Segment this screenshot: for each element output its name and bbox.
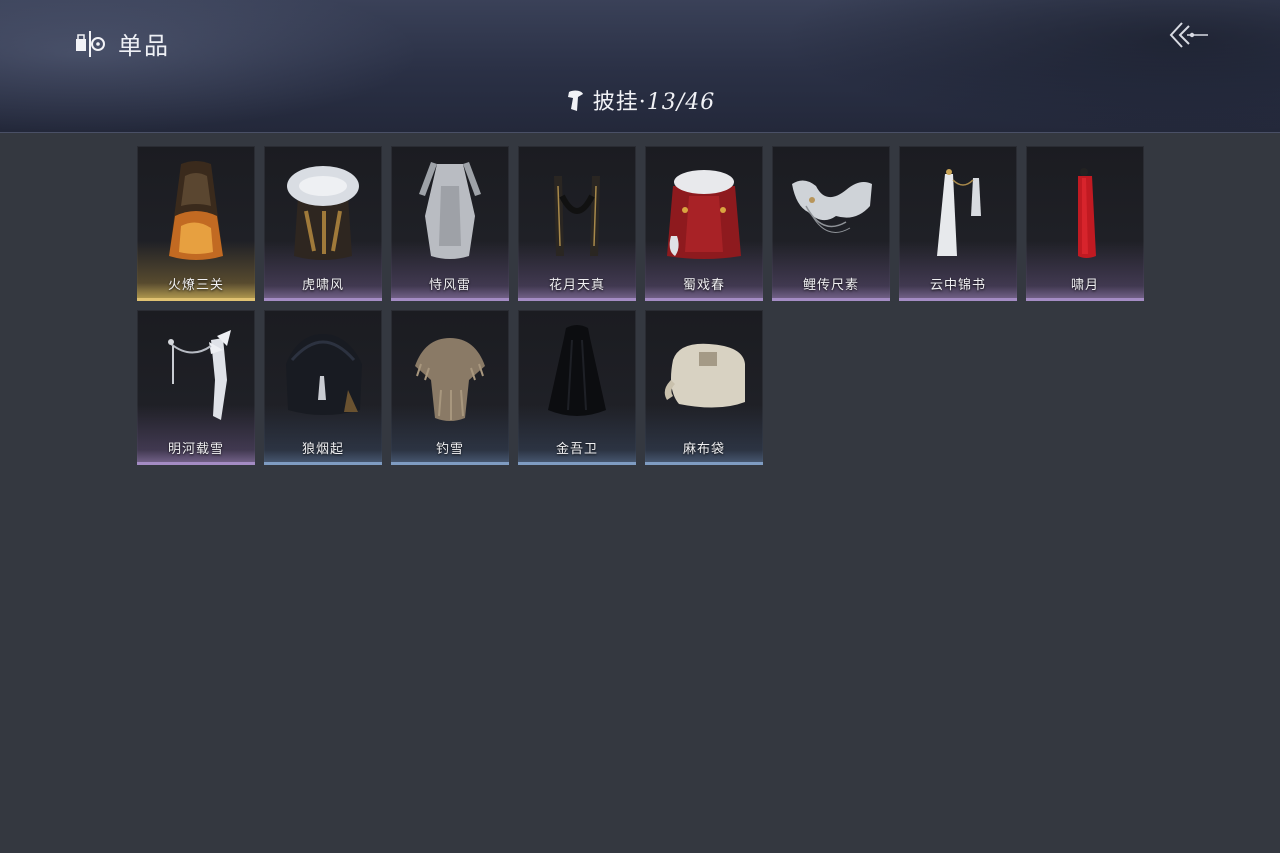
item-card[interactable]: 花月天真 bbox=[518, 146, 636, 301]
item-card[interactable]: 麻布袋 bbox=[645, 310, 763, 465]
item-card[interactable]: 虎啸风 bbox=[264, 146, 382, 301]
item-card[interactable]: 火燎三关 bbox=[137, 146, 255, 301]
rarity-strip bbox=[645, 462, 763, 465]
item-grid: 火燎三关 虎啸风 恃风雷 花月天真 蜀戏春 鲤传尺素 云中锦书 啸月 明河载雪 … bbox=[137, 146, 1147, 465]
item-thumbnail bbox=[287, 166, 359, 260]
wardrobe-icon bbox=[76, 30, 105, 57]
item-thumbnail bbox=[168, 330, 231, 420]
rarity-strip bbox=[264, 462, 382, 465]
item-name: 虎啸风 bbox=[301, 278, 344, 293]
item-name: 蜀戏春 bbox=[682, 278, 725, 293]
item-name: 云中锦书 bbox=[929, 278, 986, 293]
rarity-strip bbox=[137, 462, 255, 465]
item-thumbnail bbox=[415, 338, 485, 421]
item-thumbnail bbox=[667, 170, 741, 259]
rarity-strip bbox=[899, 298, 1017, 301]
item-name: 恃风雷 bbox=[428, 278, 471, 293]
item-card[interactable]: 恃风雷 bbox=[391, 146, 509, 301]
item-name: 火燎三关 bbox=[167, 278, 224, 293]
page-title: 单品 bbox=[118, 32, 170, 60]
item-card[interactable]: 云中锦书 bbox=[899, 146, 1017, 301]
item-thumbnail bbox=[419, 162, 481, 259]
item-name: 明河载雪 bbox=[167, 442, 224, 457]
category-label: 披挂 bbox=[592, 90, 639, 115]
rarity-strip bbox=[645, 298, 763, 301]
rarity-strip bbox=[391, 298, 509, 301]
item-name: 花月天真 bbox=[548, 278, 605, 293]
item-card[interactable]: 明河载雪 bbox=[137, 310, 255, 465]
brand: 单品 bbox=[74, 26, 170, 61]
rarity-strip bbox=[264, 298, 382, 301]
item-name: 鲤传尺素 bbox=[802, 278, 859, 293]
rarity-strip bbox=[518, 462, 636, 465]
item-thumbnail bbox=[169, 161, 223, 260]
item-card[interactable]: 啸月 bbox=[1026, 146, 1144, 301]
item-thumbnail bbox=[548, 325, 606, 416]
rarity-strip bbox=[391, 462, 509, 465]
rarity-strip bbox=[518, 298, 636, 301]
rarity-strip bbox=[1026, 298, 1144, 301]
item-card[interactable]: 蜀戏春 bbox=[645, 146, 763, 301]
item-thumbnail bbox=[792, 180, 872, 233]
item-thumbnail bbox=[554, 176, 600, 256]
category-count: 13/46 bbox=[646, 90, 716, 115]
item-name: 钓雪 bbox=[435, 442, 464, 457]
item-thumbnail bbox=[937, 169, 981, 256]
item-name: 麻布袋 bbox=[682, 442, 725, 457]
rarity-strip bbox=[137, 298, 255, 301]
item-name: 金吾卫 bbox=[555, 442, 598, 457]
item-thumbnail bbox=[286, 334, 362, 415]
item-card[interactable]: 鲤传尺素 bbox=[772, 146, 890, 301]
item-thumbnail bbox=[664, 343, 745, 408]
item-card[interactable]: 钓雪 bbox=[391, 310, 509, 465]
category-title: 披挂·13/46 bbox=[0, 84, 1280, 116]
category-separator: · bbox=[638, 90, 647, 115]
cape-icon bbox=[567, 90, 583, 111]
item-name: 狼烟起 bbox=[301, 442, 344, 457]
item-name: 啸月 bbox=[1070, 278, 1099, 293]
rarity-strip bbox=[772, 298, 890, 301]
item-card[interactable]: 狼烟起 bbox=[264, 310, 382, 465]
item-card[interactable]: 金吾卫 bbox=[518, 310, 636, 465]
item-thumbnail bbox=[1078, 168, 1096, 258]
header-bar: 单品 披挂·13/46 bbox=[0, 0, 1280, 133]
back-arrow-icon[interactable] bbox=[1168, 20, 1210, 50]
